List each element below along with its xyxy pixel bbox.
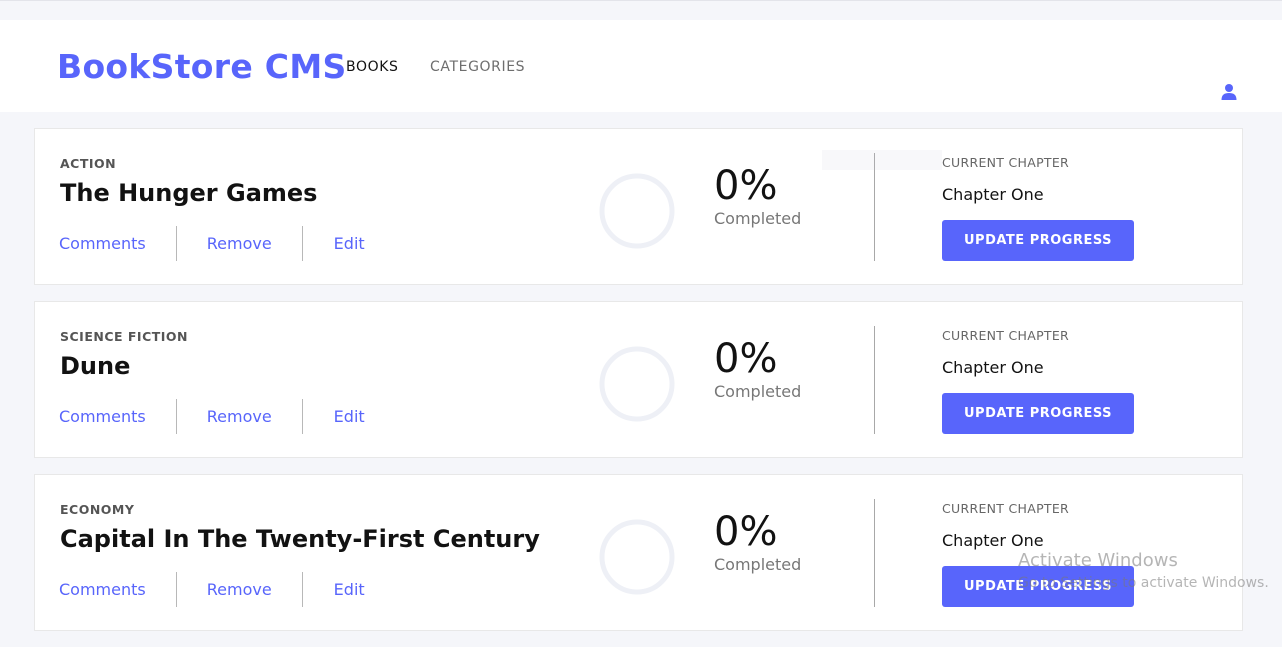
action-divider (175, 399, 177, 434)
update-progress-button[interactable]: UPDATE PROGRESS (942, 393, 1134, 434)
current-chapter: Chapter One (942, 531, 1044, 550)
completed-label: Completed (714, 382, 802, 401)
update-progress-button[interactable]: UPDATE PROGRESS (942, 220, 1134, 261)
book-title: The Hunger Games (60, 179, 318, 207)
book-genre: ACTION (60, 156, 117, 171)
action-divider (175, 572, 177, 607)
book-title: Capital In The Twenty-First Century (60, 525, 540, 553)
comments-button[interactable]: Comments (59, 234, 146, 253)
remove-button[interactable]: Remove (207, 234, 272, 253)
progress-divider (874, 153, 875, 261)
action-divider (301, 226, 303, 261)
nav-books[interactable]: BOOKS (346, 59, 398, 75)
top-gap (0, 1, 1282, 20)
remove-button[interactable]: Remove (207, 580, 272, 599)
action-divider (175, 226, 177, 261)
progress-divider (874, 499, 875, 607)
edit-button[interactable]: Edit (334, 234, 365, 253)
book-title: Dune (60, 352, 131, 380)
book-list: ACTION The Hunger Games Comments Remove … (34, 128, 1243, 647)
action-divider (301, 572, 303, 607)
book-actions: Comments Remove Edit (59, 572, 365, 607)
update-progress-button[interactable]: UPDATE PROGRESS (942, 566, 1134, 607)
book-card: ECONOMY Capital In The Twenty-First Cent… (34, 474, 1243, 631)
header: BookStore CMS BOOKS CATEGORIES (0, 20, 1282, 112)
progress-percent: 0% (714, 336, 778, 382)
current-chapter: Chapter One (942, 358, 1044, 377)
action-divider (301, 399, 303, 434)
current-chapter: Chapter One (942, 185, 1044, 204)
remove-button[interactable]: Remove (207, 407, 272, 426)
completed-label: Completed (714, 209, 802, 228)
edit-button[interactable]: Edit (334, 580, 365, 599)
current-chapter-label: CURRENT CHAPTER (942, 328, 1070, 343)
nav-categories[interactable]: CATEGORIES (430, 59, 525, 75)
book-genre: SCIENCE FICTION (60, 329, 189, 344)
book-card: SCIENCE FICTION Dune Comments Remove Edi… (34, 301, 1243, 458)
book-genre: ECONOMY (60, 502, 135, 517)
book-actions: Comments Remove Edit (59, 399, 365, 434)
progress-ring (599, 519, 675, 595)
edit-button[interactable]: Edit (334, 407, 365, 426)
progress-ring (599, 346, 675, 422)
book-card: ACTION The Hunger Games Comments Remove … (34, 128, 1243, 285)
progress-percent: 0% (714, 163, 778, 209)
book-actions: Comments Remove Edit (59, 226, 365, 261)
brand-logo[interactable]: BookStore CMS (57, 47, 347, 86)
progress-divider (874, 326, 875, 434)
progress-ring (599, 173, 675, 249)
current-chapter-label: CURRENT CHAPTER (942, 155, 1070, 170)
comments-button[interactable]: Comments (59, 407, 146, 426)
user-button[interactable] (1219, 82, 1239, 102)
progress-percent: 0% (714, 509, 778, 555)
completed-label: Completed (714, 555, 802, 574)
user-icon (1221, 84, 1237, 100)
current-chapter-label: CURRENT CHAPTER (942, 501, 1070, 516)
comments-button[interactable]: Comments (59, 580, 146, 599)
